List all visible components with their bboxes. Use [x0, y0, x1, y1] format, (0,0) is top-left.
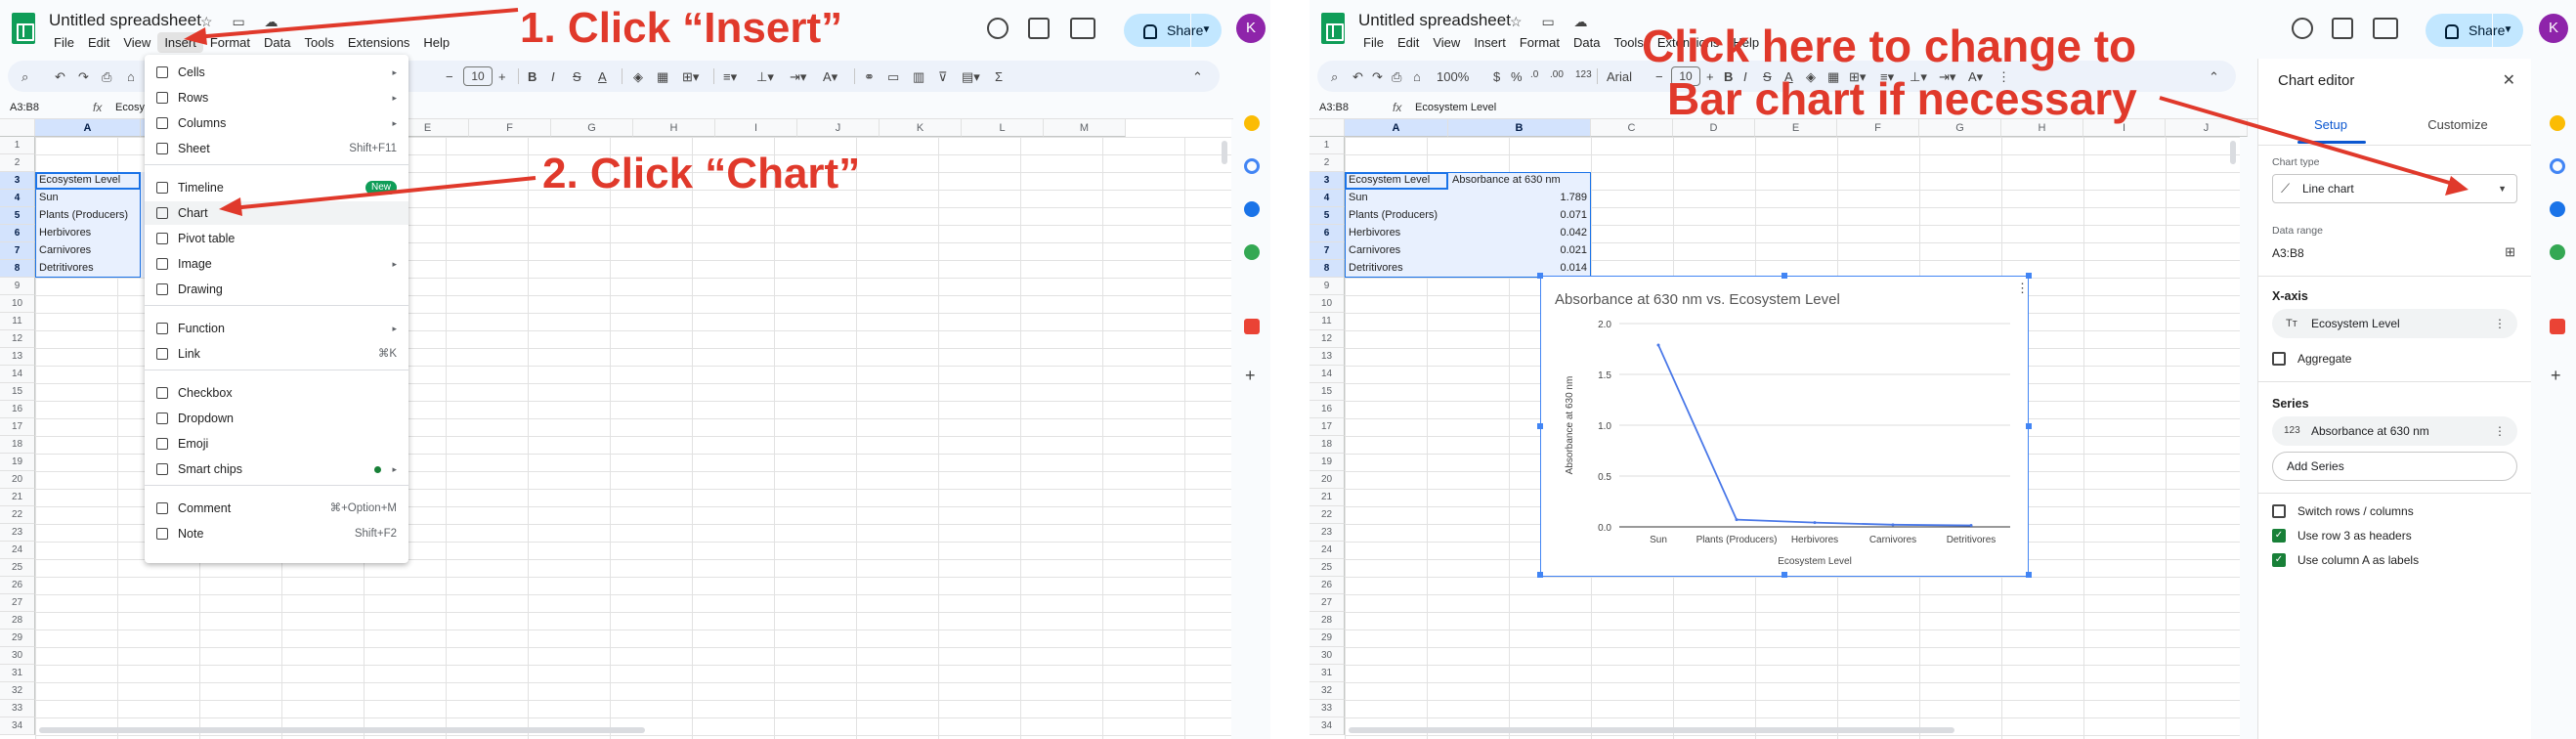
right-screenshot: Untitled spreadsheet ☆ ▭ ☁ File Edit View I… [1309, 0, 2576, 739]
annotation-click-chart: 2. Click “Chart” [542, 150, 861, 197]
panel-gap [1270, 0, 1309, 739]
annotation-arrows [184, 8, 537, 216]
left-screenshot: Untitled spreadsheet ☆ ▭ ☁ File Edit View I… [0, 0, 1270, 739]
annotation-line-1: Click here to change to [1642, 21, 2137, 71]
annotation-line-2: Bar chart if necessary [1667, 73, 2137, 124]
annotation-click-insert: 1. Click “Insert” [520, 4, 843, 52]
